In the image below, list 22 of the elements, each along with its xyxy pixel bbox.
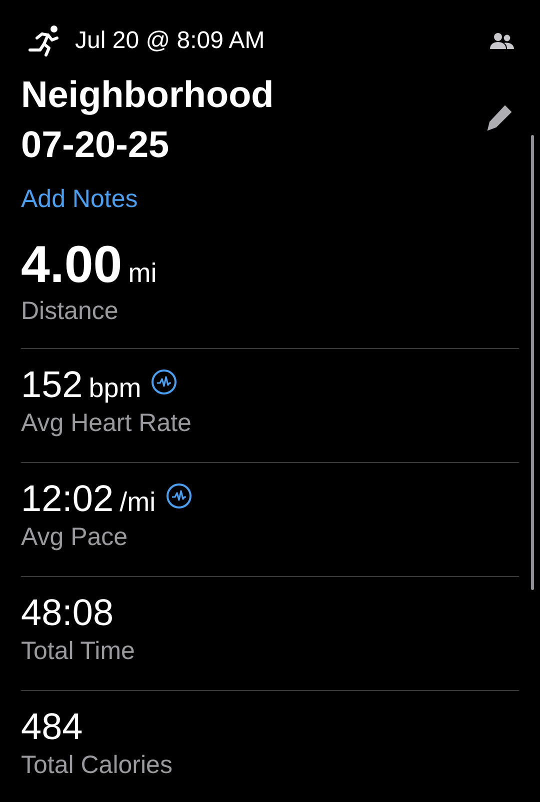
metric-label: Distance [21,296,118,327]
activity-datetime: Jul 20 @ 8:09 AM [75,27,266,55]
activity-title: Neighborhood 07-20-25 [21,73,275,167]
metric-value: 4.00 [21,235,122,295]
metric-unit: bpm [88,372,142,405]
metric-label: Avg Pace [21,522,128,553]
metric-label: Total Time [21,636,135,667]
add-notes-link[interactable]: Add Notes [21,183,138,215]
scrollbar[interactable] [531,135,534,590]
metric-unit: mi [128,257,157,290]
runner-icon [27,24,61,58]
waveform-icon[interactable] [166,483,192,509]
metric-label: Total Calories [21,750,172,781]
metric-value: 12:02 [21,477,114,521]
metric-label: Avg Heart Rate [21,408,192,439]
metric-value: 152 [21,363,83,407]
pencil-icon[interactable] [485,104,513,132]
metric-value: 484 [21,705,83,749]
waveform-icon[interactable] [151,369,178,395]
metric-value: 48:08 [21,591,114,635]
people-icon[interactable] [490,31,514,51]
metric-unit: /mi [120,486,156,519]
